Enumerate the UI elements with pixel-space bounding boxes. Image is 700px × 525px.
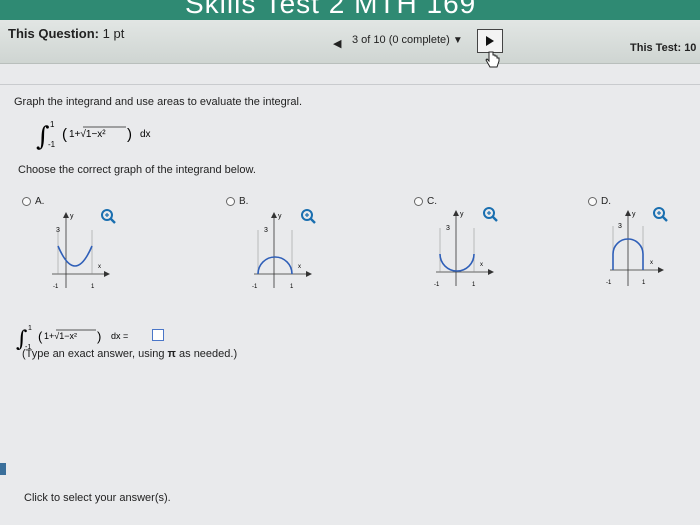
graph-d-x-left: -1: [606, 280, 612, 286]
graph-b-x-left: -1: [252, 284, 258, 290]
integrand-text: 1+√1−x²: [69, 128, 106, 140]
graph-a-x-left: -1: [53, 284, 59, 290]
integral-lower-limit: -1: [48, 140, 56, 149]
divider: [0, 84, 700, 85]
side-edge-mark: [0, 463, 6, 475]
graph-c-y-tick: 3: [446, 225, 450, 232]
choose-prompt: Choose the correct graph of the integran…: [18, 164, 256, 176]
hint-symbol: π: [167, 348, 176, 360]
top-banner: Skills Test 2 MTH 169: [0, 0, 700, 20]
radio-a[interactable]: [22, 197, 31, 206]
answer-integrand: 1+√1−x²: [44, 331, 77, 341]
hint-suffix: as needed.): [179, 348, 238, 360]
question-points-value: 1 pt: [102, 26, 125, 41]
dropdown-arrow-icon: ▼: [452, 35, 463, 46]
svg-text:): ): [127, 126, 132, 143]
graph-d-x-label: x: [650, 260, 653, 266]
question-select[interactable]: 3 of 10 (0 complete) ▼: [352, 30, 472, 50]
question-points: This Question: 1 pt: [8, 26, 124, 41]
integral-expression: ∫ 1 -1 ( 1+√1−x² ) dx: [36, 120, 151, 152]
graph-a-x-right: 1: [91, 284, 95, 290]
play-arrow-icon: [486, 36, 494, 46]
graph-c-y-label: y: [460, 211, 464, 218]
graph-b-y-tick: 3: [264, 227, 268, 234]
svg-text:(: (: [38, 329, 43, 344]
option-a[interactable]: A.: [22, 196, 44, 207]
answer-equals: dx =: [111, 331, 128, 341]
previous-question-button[interactable]: ◀: [333, 37, 341, 50]
integral-upper-limit: 1: [50, 120, 55, 129]
zoom-icon-a[interactable]: [100, 208, 116, 224]
radio-c[interactable]: [414, 197, 423, 206]
question-label: This Question:: [8, 26, 99, 41]
hint-prefix: (Type an exact answer, using: [22, 348, 165, 360]
answer-hint: (Type an exact answer, using π as needed…: [22, 348, 237, 360]
graph-d-y-label: y: [632, 211, 636, 218]
zoom-icon-c[interactable]: [482, 206, 498, 222]
header-bar: This Question: 1 pt ◀ 3 of 10 (0 complet…: [0, 20, 700, 68]
graph-d-y-tick: 3: [618, 223, 622, 230]
zoom-icon-d[interactable]: [652, 206, 668, 222]
graph-d-x-right: 1: [642, 280, 646, 286]
graph-b-y-label: y: [278, 213, 282, 220]
svg-text:): ): [97, 329, 101, 344]
banner-title: Skills Test 2 MTH 169: [185, 0, 477, 19]
option-b[interactable]: B.: [226, 196, 248, 207]
graph-c-x-right: 1: [472, 282, 476, 288]
option-b-letter: B.: [239, 196, 249, 207]
question-instruction: Graph the integrand and use areas to eva…: [14, 96, 303, 108]
answer-input[interactable]: [152, 329, 164, 341]
click-to-select-text: Click to select your answer(s).: [24, 492, 171, 504]
graph-b-x-right: 1: [290, 284, 294, 290]
graph-c-x-label: x: [480, 262, 483, 268]
answer-upper-limit: 1: [28, 325, 32, 332]
differential-text: dx: [140, 129, 151, 140]
radio-d[interactable]: [588, 197, 597, 206]
graph-b-x-label: x: [298, 264, 301, 270]
graph-a-y-label: y: [70, 213, 74, 220]
zoom-icon-b[interactable]: [300, 208, 316, 224]
hand-cursor-icon: [485, 51, 500, 68]
graph-a-x-label: x: [98, 264, 101, 270]
graph-c-x-left: -1: [434, 282, 440, 288]
next-question-button[interactable]: [477, 29, 503, 53]
radio-b[interactable]: [226, 197, 235, 206]
svg-text:(: (: [62, 126, 67, 143]
question-progress: 3 of 10 (0 complete): [352, 34, 450, 46]
option-a-letter: A.: [35, 196, 45, 207]
test-points: This Test: 10: [630, 42, 697, 54]
